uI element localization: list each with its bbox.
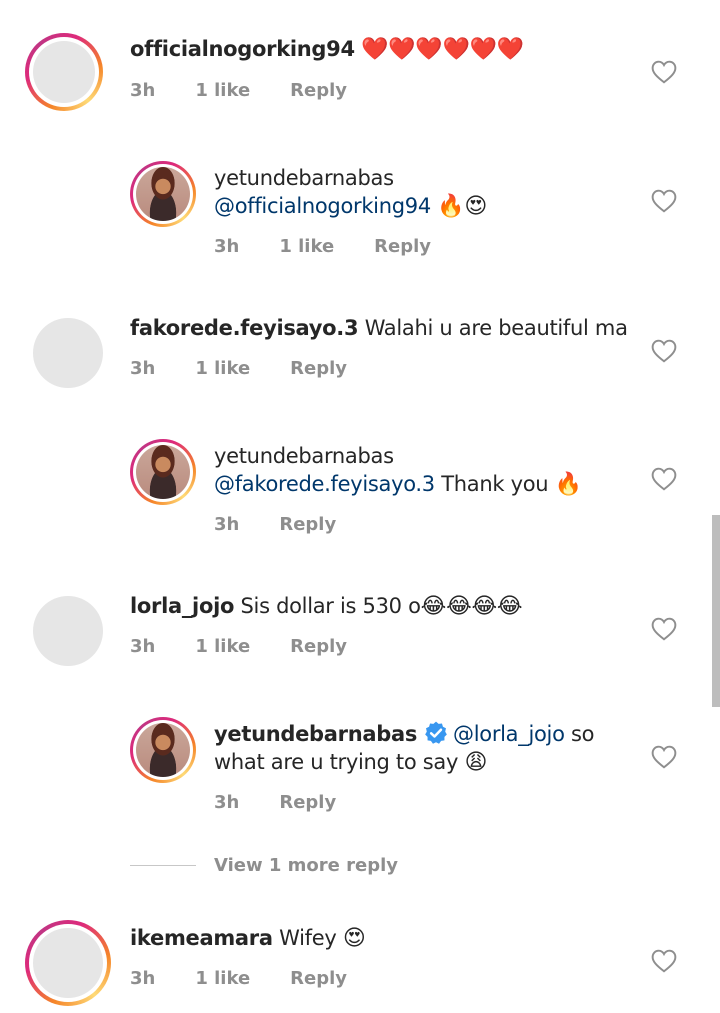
comment-meta: 3h 1 like Reply (130, 80, 347, 101)
heart-outline-icon[interactable] (651, 467, 677, 491)
mention-link[interactable]: @fakorede.feyisayo.3 (214, 472, 435, 496)
comment-time: 3h (130, 968, 156, 989)
comment-text: fakorede.feyisayo.3 Walahi u are beautif… (130, 314, 628, 342)
reply-button[interactable]: Reply (279, 514, 336, 535)
comment-emojis: 😍 (342, 926, 366, 951)
avatar[interactable] (33, 318, 103, 388)
divider (130, 865, 196, 866)
comment-username[interactable]: officialnogorking94 (130, 37, 355, 61)
comment-emojis: 😂😂😂😂 (420, 594, 523, 619)
comment-meta: 3h 1 like Reply (130, 636, 347, 657)
comment-username[interactable]: lorla_jojo (130, 594, 234, 618)
reply-button[interactable]: Reply (374, 236, 431, 257)
comment-text: what are u trying to say 😩 (214, 748, 487, 777)
comment-username[interactable]: yetundebarnabas (214, 442, 394, 470)
heart-outline-icon[interactable] (651, 339, 677, 363)
comment-time: 3h (214, 236, 240, 257)
reply-button[interactable]: Reply (279, 792, 336, 813)
comment-text: @fakorede.feyisayo.3 Thank you 🔥 (214, 470, 582, 499)
reply-button[interactable]: Reply (290, 636, 347, 657)
scrollbar[interactable] (712, 515, 720, 707)
comment-body: Walahi u are beautiful ma (364, 316, 628, 340)
comment-username[interactable]: fakorede.feyisayo.3 (130, 316, 359, 340)
comment-time: 3h (214, 792, 240, 813)
heart-outline-icon[interactable] (651, 189, 677, 213)
comment-body: Thank you (441, 472, 549, 496)
comments-screen: { "comments": [ { "username": "officialn… (0, 0, 720, 1013)
comment-text: @officialnogorking94 🔥😍 (214, 192, 487, 221)
comment-emojis: 😩 (464, 750, 488, 775)
comment-likes[interactable]: 1 like (279, 236, 334, 257)
comment-likes[interactable]: 1 like (195, 80, 250, 101)
comment-meta: 3h 1 like Reply (130, 968, 347, 989)
comment-time: 3h (130, 358, 156, 379)
comment-time: 3h (130, 80, 156, 101)
heart-outline-icon[interactable] (651, 617, 677, 641)
reply-button[interactable]: Reply (290, 968, 347, 989)
comment-emojis: 🔥😍 (437, 194, 488, 219)
avatar[interactable] (25, 33, 103, 111)
comment-username[interactable]: ikemeamara (130, 926, 273, 950)
verified-badge-icon (425, 721, 447, 744)
avatar[interactable] (33, 596, 103, 666)
comment-username[interactable]: yetundebarnabas (214, 722, 417, 746)
view-more-label[interactable]: View 1 more reply (214, 855, 398, 876)
comment-likes[interactable]: 1 like (195, 968, 250, 989)
comment-text: yetundebarnabas @lorla_jojo so (214, 720, 634, 748)
comment-meta: 3h Reply (214, 792, 336, 813)
comment-time: 3h (214, 514, 240, 535)
mention-link[interactable]: @lorla_jojo (453, 722, 565, 746)
comment-text: lorla_jojo Sis dollar is 530 o😂😂😂😂 (130, 592, 523, 621)
comment-body-line1: so (571, 722, 595, 746)
mention-link[interactable]: @officialnogorking94 (214, 194, 431, 218)
avatar[interactable] (130, 439, 196, 505)
comment-text: ikemeamara Wifey 😍 (130, 924, 366, 953)
comment-meta: 3h 1 like Reply (214, 236, 431, 257)
reply-button[interactable]: Reply (290, 80, 347, 101)
comment-body: Sis dollar is 530 o (240, 594, 421, 618)
comment-username[interactable]: yetundebarnabas (214, 164, 394, 192)
comment-text: officialnogorking94 ❤️❤️❤️❤️❤️❤️ (130, 35, 524, 64)
reply-button[interactable]: Reply (290, 358, 347, 379)
comment-likes[interactable]: 1 like (195, 636, 250, 657)
comment-time: 3h (130, 636, 156, 657)
comment-meta: 3h Reply (214, 514, 336, 535)
view-more-replies[interactable]: View 1 more reply (130, 855, 398, 876)
heart-outline-icon[interactable] (651, 60, 677, 84)
avatar[interactable] (130, 161, 196, 227)
comment-meta: 3h 1 like Reply (130, 358, 347, 379)
heart-outline-icon[interactable] (651, 745, 677, 769)
heart-outline-icon[interactable] (651, 949, 677, 973)
comment-likes[interactable]: 1 like (195, 358, 250, 379)
avatar[interactable] (130, 717, 196, 783)
avatar[interactable] (25, 920, 111, 1006)
comment-emojis: 🔥 (554, 472, 582, 497)
comment-body-line2: what are u trying to say (214, 750, 459, 774)
comment-body: Wifey (279, 926, 337, 950)
comment-emojis: ❤️❤️❤️❤️❤️❤️ (361, 37, 524, 62)
